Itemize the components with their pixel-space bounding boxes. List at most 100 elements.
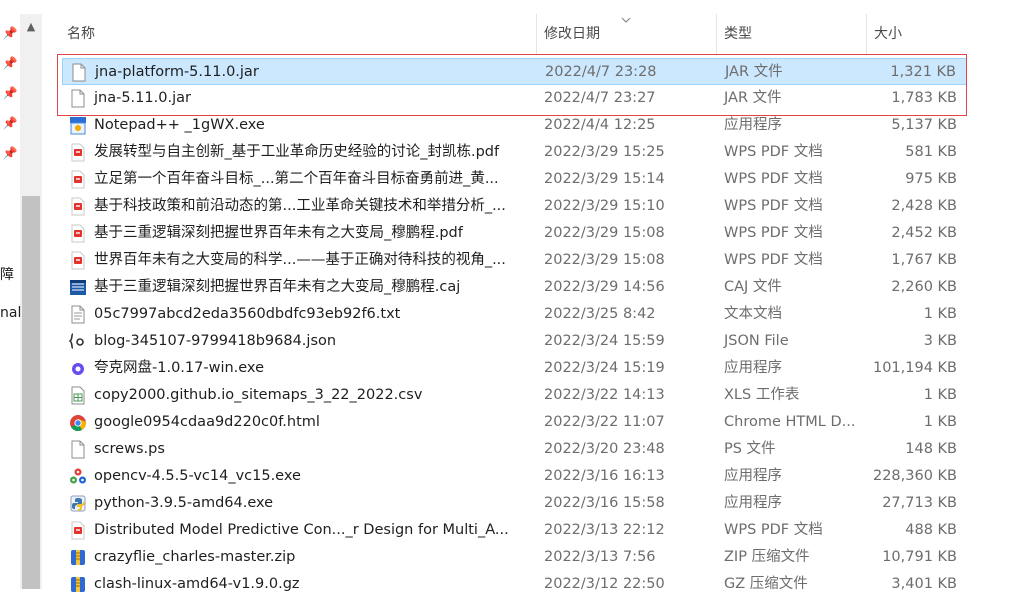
file-name: copy2000.github.io_sitemaps_3_22_2022.cs… bbox=[94, 387, 423, 403]
file-size: 5,137 KB bbox=[891, 117, 957, 133]
file-row[interactable]: 世界百年未有之大变局的科学...——基于正确对待科技的视角_... 2022/3… bbox=[62, 247, 967, 274]
scroll-up-icon[interactable]: ▲ bbox=[22, 18, 40, 36]
file-type: 应用程序 bbox=[724, 360, 782, 376]
nav-item-label[interactable]: 障 bbox=[0, 264, 14, 284]
file-modified-date: 2022/4/7 23:28 bbox=[545, 64, 657, 80]
file-type: XLS 工作表 bbox=[724, 387, 800, 403]
file-name: Notepad++ _1gWX.exe bbox=[94, 117, 265, 133]
pdf-icon bbox=[69, 170, 87, 189]
text-file-icon bbox=[69, 305, 87, 324]
file-type: CAJ 文件 bbox=[724, 279, 782, 295]
spreadsheet-icon bbox=[69, 386, 87, 405]
pin-icon[interactable]: 📌 bbox=[2, 115, 18, 131]
caj-icon bbox=[69, 278, 87, 297]
pin-icon[interactable]: 📌 bbox=[2, 145, 18, 161]
file-name: 世界百年未有之大变局的科学...——基于正确对待科技的视角_... bbox=[94, 252, 506, 268]
file-type: WPS PDF 文档 bbox=[724, 522, 823, 538]
file-size: 10,791 KB bbox=[882, 549, 957, 565]
file-size: 101,194 KB bbox=[872, 360, 957, 376]
file-modified-date: 2022/4/4 12:25 bbox=[544, 117, 656, 133]
file-name: 立足第一个百年奋斗目标_...第二个百年奋斗目标奋勇前进_黄... bbox=[94, 171, 499, 187]
file-row[interactable]: jna-platform-5.11.0.jar 2022/4/7 23:28 J… bbox=[62, 58, 967, 85]
file-row[interactable]: copy2000.github.io_sitemaps_3_22_2022.cs… bbox=[62, 382, 967, 409]
nav-item-label[interactable]: nal bbox=[0, 305, 21, 321]
quark-icon bbox=[69, 359, 87, 378]
file-row[interactable]: crazyflie_charles-master.zip 2022/3/13 7… bbox=[62, 544, 967, 571]
file-size: 488 KB bbox=[905, 522, 957, 538]
column-divider[interactable] bbox=[536, 14, 537, 54]
file-type: WPS PDF 文档 bbox=[724, 198, 823, 214]
file-row[interactable]: Distributed Model Predictive Con..._r De… bbox=[62, 517, 967, 544]
file-size: 2,452 KB bbox=[891, 225, 957, 241]
file-name: 基于科技政策和前沿动态的第...工业革命关键技术和举措分析_... bbox=[94, 198, 506, 214]
zip-icon bbox=[69, 575, 87, 594]
file-size: 1,783 KB bbox=[891, 90, 957, 106]
file-name: google0954cdaa9d220c0f.html bbox=[94, 414, 320, 430]
pin-icon[interactable]: 📌 bbox=[2, 55, 18, 71]
file-row[interactable]: google0954cdaa9d220c0f.html 2022/3/22 11… bbox=[62, 409, 967, 436]
file-row[interactable]: 立足第一个百年奋斗目标_...第二个百年奋斗目标奋勇前进_黄... 2022/3… bbox=[62, 166, 967, 193]
file-row[interactable]: 基于科技政策和前沿动态的第...工业革命关键技术和举措分析_... 2022/3… bbox=[62, 193, 967, 220]
file-row[interactable]: 基于三重逻辑深刻把握世界百年未有之大变局_穆鹏程.caj 2022/3/29 1… bbox=[62, 274, 967, 301]
column-divider[interactable] bbox=[866, 14, 867, 54]
pin-icon[interactable]: 📌 bbox=[2, 85, 18, 101]
file-size: 975 KB bbox=[905, 171, 957, 187]
file-size: 2,428 KB bbox=[891, 198, 957, 214]
file-row[interactable]: screws.ps 2022/3/20 23:48 PS 文件 148 KB bbox=[62, 436, 967, 463]
file-row[interactable]: clash-linux-amd64-v1.9.0.gz 2022/3/12 22… bbox=[62, 571, 967, 598]
file-type: ZIP 压缩文件 bbox=[724, 549, 810, 565]
file-modified-date: 2022/3/29 15:08 bbox=[544, 225, 665, 241]
pin-icon[interactable]: 📌 bbox=[2, 25, 18, 41]
column-name-header[interactable]: 名称 bbox=[67, 14, 95, 54]
pdf-icon bbox=[69, 143, 87, 162]
column-size-header[interactable]: 大小 bbox=[874, 14, 902, 54]
nav-scrollbar-thumb[interactable] bbox=[22, 196, 40, 589]
file-size: 1 KB bbox=[923, 306, 957, 322]
file-row[interactable]: python-3.9.5-amd64.exe 2022/3/16 15:58 应… bbox=[62, 490, 967, 517]
file-modified-date: 2022/4/7 23:27 bbox=[544, 90, 656, 106]
file-row[interactable]: Notepad++ _1gWX.exe 2022/4/4 12:25 应用程序 … bbox=[62, 112, 967, 139]
file-type: WPS PDF 文档 bbox=[724, 171, 823, 187]
file-row[interactable]: 基于三重逻辑深刻把握世界百年未有之大变局_穆鹏程.pdf 2022/3/29 1… bbox=[62, 220, 967, 247]
file-name: python-3.9.5-amd64.exe bbox=[94, 495, 274, 511]
setup-icon bbox=[69, 116, 87, 135]
file-size: 581 KB bbox=[905, 144, 957, 160]
file-row[interactable]: 发展转型与自主创新_基于工业革命历史经验的讨论_封凯栋.pdf 2022/3/2… bbox=[62, 139, 967, 166]
file-row[interactable]: 夸克网盘-1.0.17-win.exe 2022/3/24 15:19 应用程序… bbox=[62, 355, 967, 382]
column-divider[interactable] bbox=[716, 14, 717, 54]
file-type: GZ 压缩文件 bbox=[724, 576, 808, 592]
file-name: jna-platform-5.11.0.jar bbox=[95, 64, 259, 80]
pdf-icon bbox=[69, 224, 87, 243]
file-size: 1,767 KB bbox=[891, 252, 957, 268]
pdf-icon bbox=[69, 521, 87, 540]
zip-icon bbox=[69, 548, 87, 567]
file-name: 发展转型与自主创新_基于工业革命历史经验的讨论_封凯栋.pdf bbox=[94, 144, 500, 160]
file-modified-date: 2022/3/29 15:25 bbox=[544, 144, 665, 160]
file-size: 1 KB bbox=[923, 414, 957, 430]
file-type: Chrome HTML D... bbox=[724, 414, 856, 430]
file-name: 夸克网盘-1.0.17-win.exe bbox=[94, 360, 264, 376]
file-type: 文本文档 bbox=[724, 306, 782, 322]
file-type: 应用程序 bbox=[724, 117, 782, 133]
file-row[interactable]: blog-345107-9799418b9684.json 2022/3/24 … bbox=[62, 328, 967, 355]
file-size: 3,401 KB bbox=[891, 576, 957, 592]
file-name: jna-5.11.0.jar bbox=[94, 90, 191, 106]
column-type-header[interactable]: 类型 bbox=[724, 14, 752, 54]
file-type: PS 文件 bbox=[724, 441, 776, 457]
file-type: WPS PDF 文档 bbox=[724, 144, 823, 160]
file-modified-date: 2022/3/29 14:56 bbox=[544, 279, 665, 295]
file-size: 27,713 KB bbox=[882, 495, 957, 511]
file-modified-date: 2022/3/29 15:08 bbox=[544, 252, 665, 268]
column-date-header[interactable]: 修改日期 bbox=[544, 14, 600, 54]
file-type: JSON File bbox=[724, 333, 789, 349]
file-row[interactable]: 05c7997abcd2eda3560dbdfc93eb92f6.txt 202… bbox=[62, 301, 967, 328]
file-modified-date: 2022/3/12 22:50 bbox=[544, 576, 665, 592]
file-row[interactable]: opencv-4.5.5-vc14_vc15.exe 2022/3/16 16:… bbox=[62, 463, 967, 490]
pdf-icon bbox=[69, 197, 87, 216]
file-icon bbox=[70, 63, 88, 82]
file-name: opencv-4.5.5-vc14_vc15.exe bbox=[94, 468, 301, 484]
file-row[interactable]: jna-5.11.0.jar 2022/4/7 23:27 JAR 文件 1,7… bbox=[62, 85, 967, 112]
file-name: clash-linux-amd64-v1.9.0.gz bbox=[94, 576, 300, 592]
file-size: 2,260 KB bbox=[891, 279, 957, 295]
file-type: JAR 文件 bbox=[724, 90, 782, 106]
